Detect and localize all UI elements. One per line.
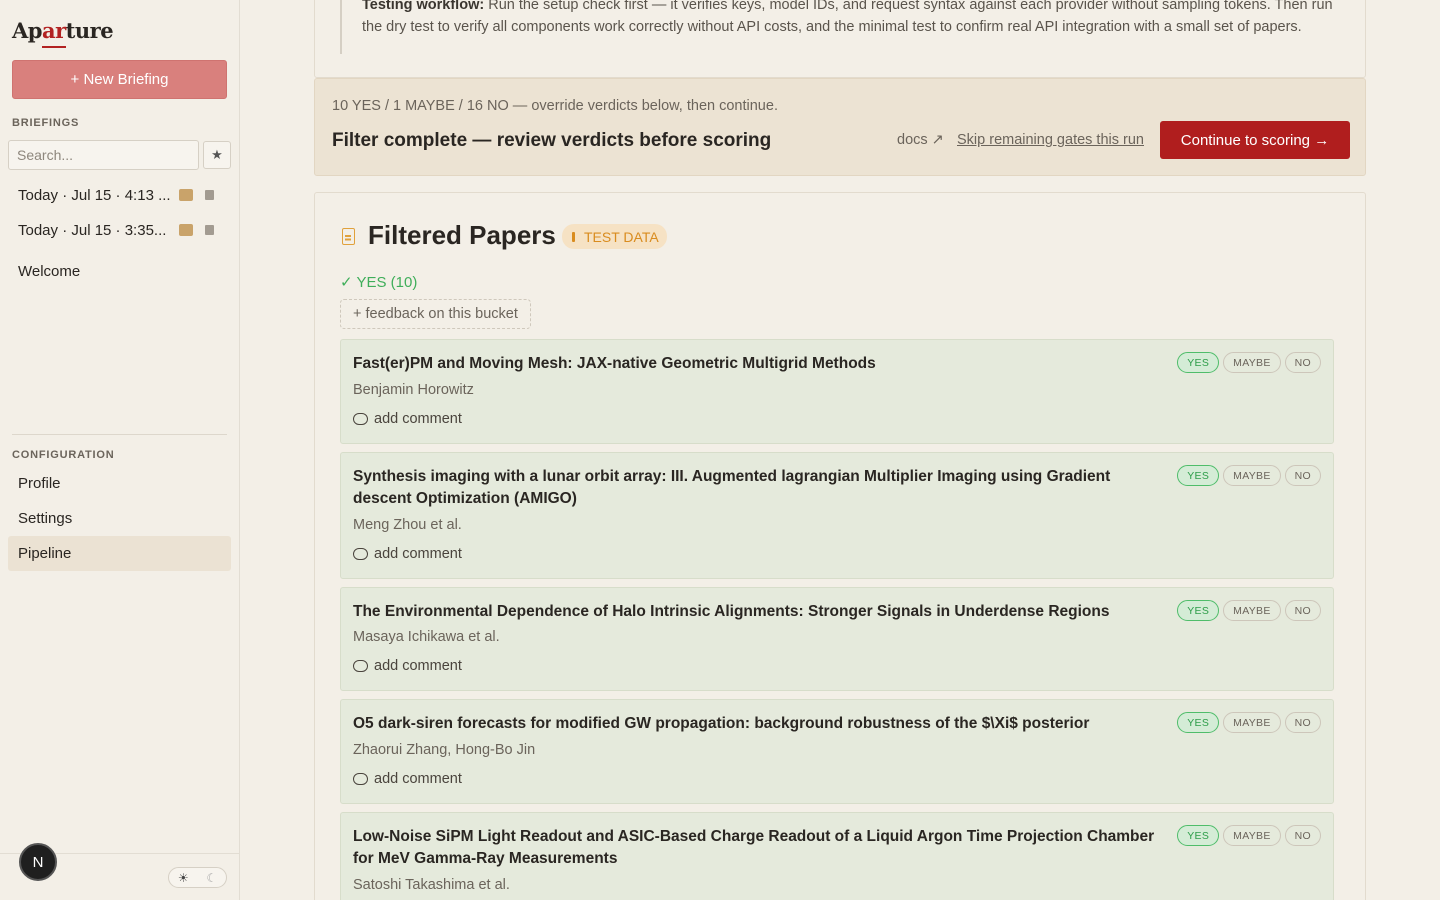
verdict-maybe-button[interactable]: MAYBE: [1223, 712, 1281, 733]
comment-icon: [353, 413, 368, 425]
briefings-label: BRIEFINGS: [12, 117, 80, 129]
sun-icon: ☀: [177, 870, 189, 885]
verdict-yes-button[interactable]: YES: [1177, 825, 1220, 846]
briefing-item[interactable]: Today · Jul 15 · 4:13 ...: [18, 184, 228, 206]
workflow-note: Testing workflow: Run the setup check fi…: [362, 0, 1352, 38]
yes-bucket-label[interactable]: ✓ YES (10): [340, 273, 417, 291]
add-comment-label: add comment: [374, 658, 462, 674]
briefing-item[interactable]: Today · Jul 15 · 3:35...: [18, 219, 228, 241]
paper-card: The Environmental Dependence of Halo Int…: [340, 587, 1334, 691]
verdict-selector: YES MAYBE NO: [1177, 712, 1321, 733]
paper-authors: Zhaorui Zhang, Hong-Bo Jin: [353, 742, 536, 758]
test-data-badge: TEST DATA: [562, 224, 667, 249]
trash-icon[interactable]: [205, 225, 214, 235]
paper-card: Synthesis imaging with a lunar orbit arr…: [340, 452, 1334, 579]
workflow-note-label: Testing workflow:: [362, 0, 485, 13]
configuration-label: CONFIGURATION: [12, 449, 115, 461]
briefing-label: Today · Jul 15 · 3:35...: [18, 221, 167, 239]
add-comment-button[interactable]: add comment: [353, 546, 462, 562]
sidebar-item-pipeline[interactable]: Pipeline: [8, 536, 231, 571]
sidebar-item-settings[interactable]: Settings: [8, 501, 231, 536]
verdict-selector: YES MAYBE NO: [1177, 600, 1321, 621]
sidebar-item-welcome[interactable]: Welcome: [8, 254, 231, 289]
verdict-yes-button[interactable]: YES: [1177, 352, 1220, 373]
comment-icon: [353, 548, 368, 560]
package-icon: [179, 224, 193, 236]
app-logo[interactable]: Aparture: [12, 18, 114, 43]
filter-gate-title: Filter complete — review verdicts before…: [332, 130, 772, 151]
verdict-selector: YES MAYBE NO: [1177, 465, 1321, 486]
sidebar: Aparture + New Briefing BRIEFINGS Search…: [0, 0, 240, 900]
skip-gates-link[interactable]: Skip remaining gates this run: [957, 132, 1144, 148]
add-comment-button[interactable]: add comment: [353, 411, 462, 427]
verdict-maybe-button[interactable]: MAYBE: [1223, 465, 1281, 486]
logo-part: Ap: [12, 18, 42, 43]
workflow-note-text: Run the setup check first — it verifies …: [362, 0, 1333, 35]
docs-link[interactable]: docs ↗: [897, 132, 944, 148]
badge-bar-icon: [572, 231, 575, 242]
paper-authors: Benjamin Horowitz: [353, 382, 474, 398]
add-comment-button[interactable]: add comment: [353, 658, 462, 674]
badge-label: TEST DATA: [584, 228, 659, 245]
add-comment-label: add comment: [374, 411, 462, 427]
section-title: Filtered Papers: [368, 220, 556, 250]
paper-card: Fast(er)PM and Moving Mesh: JAX-native G…: [340, 339, 1334, 444]
verdict-no-button[interactable]: NO: [1284, 825, 1321, 846]
sidebar-divider: [12, 434, 227, 435]
package-icon: [179, 189, 193, 201]
paper-authors: Masaya Ichikawa et al.: [353, 629, 500, 645]
continue-to-scoring-button[interactable]: Continue to scoring →: [1160, 121, 1350, 159]
briefing-label: Today · Jul 15 · 4:13 ...: [18, 186, 171, 204]
paper-title[interactable]: Low-Noise SiPM Light Readout and ASIC-Ba…: [353, 826, 1163, 870]
paper-authors: Meng Zhou et al.: [353, 517, 462, 533]
paper-card: O5 dark-siren forecasts for modified GW …: [340, 699, 1334, 804]
verdict-no-button[interactable]: NO: [1284, 352, 1321, 373]
add-comment-button[interactable]: add comment: [353, 771, 462, 787]
add-comment-label: add comment: [374, 546, 462, 562]
verdict-no-button[interactable]: NO: [1284, 712, 1321, 733]
search-input[interactable]: Search...: [8, 140, 199, 170]
verdict-yes-button[interactable]: YES: [1177, 712, 1220, 733]
avatar[interactable]: N: [19, 843, 57, 881]
theme-toggle[interactable]: ☀ ☾: [168, 867, 227, 888]
trash-icon[interactable]: [205, 190, 214, 200]
document-icon: [342, 228, 355, 245]
filtered-papers-card: Filtered Papers TEST DATA ✓ YES (10) + f…: [314, 192, 1366, 900]
verdict-no-button[interactable]: NO: [1284, 465, 1321, 486]
paper-title[interactable]: O5 dark-siren forecasts for modified GW …: [353, 713, 1163, 735]
verdict-maybe-button[interactable]: MAYBE: [1223, 352, 1281, 373]
filter-gate-bar: 10 YES / 1 MAYBE / 16 NO — override verd…: [314, 78, 1366, 176]
verdict-selector: YES MAYBE NO: [1177, 825, 1321, 846]
logo-part: ture: [65, 18, 114, 43]
verdict-summary: 10 YES / 1 MAYBE / 16 NO — override verd…: [332, 98, 778, 114]
verdict-maybe-button[interactable]: MAYBE: [1223, 825, 1281, 846]
add-comment-label: add comment: [374, 771, 462, 787]
star-filter-button[interactable]: ★: [203, 141, 231, 169]
bucket-feedback-button[interactable]: + feedback on this bucket: [340, 299, 531, 329]
paper-card: Low-Noise SiPM Light Readout and ASIC-Ba…: [340, 812, 1334, 900]
verdict-selector: YES MAYBE NO: [1177, 352, 1321, 373]
comment-icon: [353, 660, 368, 672]
paper-title[interactable]: The Environmental Dependence of Halo Int…: [353, 601, 1163, 623]
quote-bar: [340, 0, 342, 54]
verdict-yes-button[interactable]: YES: [1177, 465, 1220, 486]
workflow-note-card: Testing workflow: Run the setup check fi…: [314, 0, 1366, 78]
paper-authors: Satoshi Takashima et al.: [353, 877, 510, 893]
sidebar-item-profile[interactable]: Profile: [8, 466, 231, 501]
comment-icon: [353, 773, 368, 785]
new-briefing-button[interactable]: + New Briefing: [12, 60, 227, 99]
paper-title[interactable]: Synthesis imaging with a lunar orbit arr…: [353, 466, 1163, 510]
verdict-maybe-button[interactable]: MAYBE: [1223, 600, 1281, 621]
moon-icon: ☾: [206, 870, 218, 885]
logo-accent: ar: [41, 18, 66, 43]
paper-title[interactable]: Fast(er)PM and Moving Mesh: JAX-native G…: [353, 353, 1163, 375]
verdict-yes-button[interactable]: YES: [1177, 600, 1220, 621]
verdict-no-button[interactable]: NO: [1284, 600, 1321, 621]
